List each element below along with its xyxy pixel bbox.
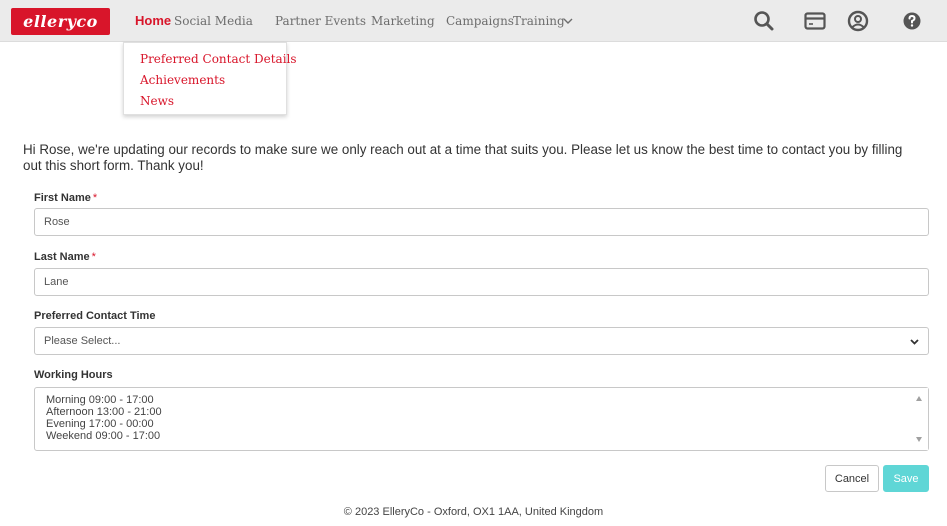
home-dropdown-menu: Preferred Contact Details Achievements N…	[123, 42, 297, 115]
dropdown-item-achievements[interactable]: Achievements	[140, 73, 225, 87]
save-button[interactable]: Save	[883, 465, 929, 492]
card-icon[interactable]	[803, 9, 827, 33]
nav-partner-events[interactable]: Partner Events	[275, 14, 366, 28]
dropdown-item-preferred-contact-details[interactable]: Preferred Contact Details	[140, 52, 297, 66]
scroll-down-arrow-icon[interactable]	[916, 437, 922, 442]
nav-training[interactable]: Training	[513, 14, 565, 28]
first-name-label-text: First Name	[34, 192, 91, 204]
first-name-value: Rose	[44, 216, 70, 228]
intro-message: Hi Rose, we're updating our records to m…	[23, 142, 903, 173]
nav-more-chevron-down-icon[interactable]	[562, 14, 574, 32]
last-name-label-text: Last Name	[34, 251, 90, 263]
working-hours-option[interactable]: Evening 17:00 - 00:00	[46, 418, 154, 430]
nav-home[interactable]: Home	[135, 13, 171, 28]
footer-copyright: © 2023 ElleryCo - Oxford, OX1 1AA, Unite…	[343, 506, 604, 518]
elleryco-logo[interactable]: elleryco	[11, 8, 110, 35]
dropdown-item-news[interactable]: News	[140, 94, 174, 108]
first-name-input[interactable]: Rose	[34, 208, 929, 236]
user-icon[interactable]	[846, 9, 870, 33]
nav-campaigns[interactable]: Campaigns	[446, 14, 514, 28]
working-hours-option[interactable]: Morning 09:00 - 17:00	[46, 394, 154, 406]
top-navbar: elleryco Home Social Media Partner Event…	[0, 0, 947, 42]
last-name-value: Lane	[44, 276, 69, 288]
required-marker: *	[91, 251, 96, 263]
working-hours-option[interactable]: Afternoon 13:00 - 21:00	[46, 406, 162, 418]
last-name-label: Last Name *	[34, 251, 96, 263]
working-hours-label: Working Hours	[34, 369, 113, 381]
preferred-contact-time-select[interactable]: Please Select...	[34, 327, 929, 355]
preferred-contact-time-value: Please Select...	[44, 335, 121, 347]
last-name-input[interactable]: Lane	[34, 268, 929, 296]
nav-social-media[interactable]: Social Media	[174, 14, 253, 28]
logo-text: elleryco	[23, 12, 98, 31]
help-icon[interactable]	[900, 9, 924, 33]
first-name-label: First Name *	[34, 192, 97, 204]
cancel-button[interactable]: Cancel	[825, 465, 879, 492]
working-hours-option[interactable]: Weekend 09:00 - 17:00	[46, 430, 160, 442]
search-icon[interactable]	[752, 9, 776, 33]
required-marker: *	[92, 192, 98, 204]
chevron-down-icon	[909, 336, 920, 347]
working-hours-listbox[interactable]: Morning 09:00 - 17:00 Afternoon 13:00 - …	[34, 387, 929, 451]
nav-marketing[interactable]: Marketing	[371, 14, 435, 28]
listbox-scrollbar[interactable]	[911, 388, 928, 450]
preferred-contact-time-label: Preferred Contact Time	[34, 310, 156, 322]
scroll-up-arrow-icon[interactable]	[916, 396, 922, 401]
